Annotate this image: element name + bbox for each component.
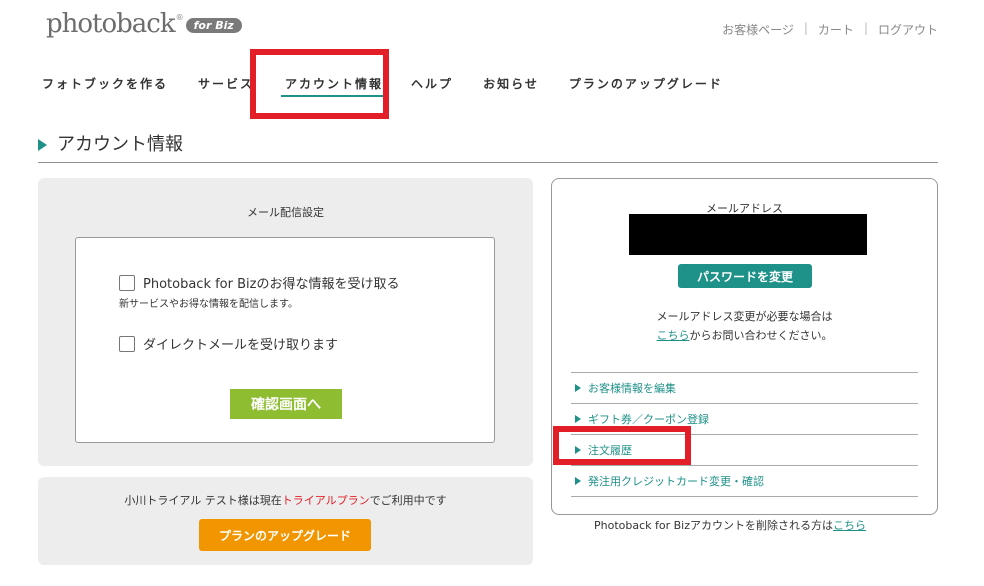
direct-mail-label: ダイレクトメールを受け取ります — [143, 338, 339, 353]
menu-label: 発注用クレジットカード変更・確認 — [588, 475, 764, 488]
triangle-right-icon — [575, 415, 581, 423]
nav-help[interactable]: ヘルプ — [411, 75, 453, 92]
heading-triangle-icon — [38, 139, 47, 151]
email-change-note-text: メールアドレス変更が必要な場合は — [656, 310, 833, 323]
nav-services[interactable]: サービス — [198, 75, 254, 92]
plan-name: トライアルプラン — [281, 494, 370, 507]
menu-label: ギフト券／クーポン登録 — [588, 413, 709, 426]
direct-mail-checkbox[interactable] — [119, 335, 135, 352]
plan-status-prefix: 小川トライアル テスト様は現在 — [124, 494, 282, 507]
newsletter-checkbox[interactable] — [119, 274, 135, 291]
order-history-highlight-box — [553, 426, 691, 465]
mail-settings-title: メール配信設定 — [247, 206, 324, 219]
logo-for-biz-badge: for Biz — [185, 18, 242, 33]
newsletter-label: Photoback for Bizのお得な情報を受け取る — [143, 277, 400, 292]
triangle-right-icon — [575, 477, 581, 485]
logo-text: photoback — [46, 9, 176, 39]
mail-settings-panel: メール配信設定 Photoback for Bizのお得な情報を受け取る 新サー… — [38, 178, 533, 466]
nav-news[interactable]: お知らせ — [483, 75, 539, 92]
contact-suffix: からお問い合わせください。 — [689, 329, 833, 342]
photoback-logo[interactable]: photoback ® for Biz — [46, 10, 242, 38]
delete-account-text: Photoback for Bizアカウントを削除される方は — [594, 519, 834, 532]
triangle-right-icon — [575, 384, 581, 392]
direct-mail-option[interactable]: ダイレクトメールを受け取ります — [119, 334, 338, 353]
utility-links: お客様ページ | カート | ログアウト — [722, 21, 938, 38]
delete-account-link[interactable]: こちら — [833, 519, 866, 532]
change-password-button[interactable]: パスワードを変更 — [678, 264, 812, 288]
page-heading: アカウント情報 — [38, 134, 938, 163]
newsletter-option[interactable]: Photoback for Bizのお得な情報を受け取る — [119, 273, 399, 292]
plan-panel: 小川トライアル テスト様は現在トライアルプランでご利用中です プランのアップグレ… — [38, 477, 533, 565]
confirm-button[interactable]: 確認画面へ — [230, 389, 342, 419]
separator: | — [803, 21, 808, 35]
contact-link[interactable]: こちら — [657, 329, 690, 342]
mail-options-box: Photoback for Bizのお得な情報を受け取る 新サービスやお得な情報… — [75, 237, 495, 443]
plan-status: 小川トライアル テスト様は現在トライアルプランでご利用中です — [38, 492, 533, 508]
menu-label: お客様情報を編集 — [588, 382, 676, 395]
page-title: アカウント情報 — [57, 134, 183, 155]
logout-link[interactable]: ログアウト — [878, 21, 938, 38]
logo-registered-mark: ® — [175, 13, 184, 22]
plan-upgrade-button[interactable]: プランのアップグレード — [199, 519, 371, 551]
newsletter-description: 新サービスやお得な情報を配信します。 — [119, 299, 298, 310]
email-change-note: メールアドレス変更が必要な場合は こちらからお問い合わせください。 — [552, 307, 937, 345]
cart-link[interactable]: カート — [818, 21, 854, 38]
delete-account-note: Photoback for Bizアカウントを削除される方はこちら — [594, 517, 866, 533]
separator: | — [863, 21, 868, 35]
nav-plan-upgrade[interactable]: プランのアップグレード — [569, 75, 723, 92]
customer-page-link[interactable]: お客様ページ — [722, 21, 794, 38]
nav-create-photobook[interactable]: フォトブックを作る — [42, 75, 168, 92]
menu-credit-card[interactable]: 発注用クレジットカード変更・確認 — [571, 466, 918, 497]
nav-highlight-box — [250, 49, 389, 119]
email-value-redacted — [629, 214, 867, 255]
plan-status-suffix: でご利用中です — [369, 494, 447, 507]
menu-edit-customer-info[interactable]: お客様情報を編集 — [571, 373, 918, 404]
